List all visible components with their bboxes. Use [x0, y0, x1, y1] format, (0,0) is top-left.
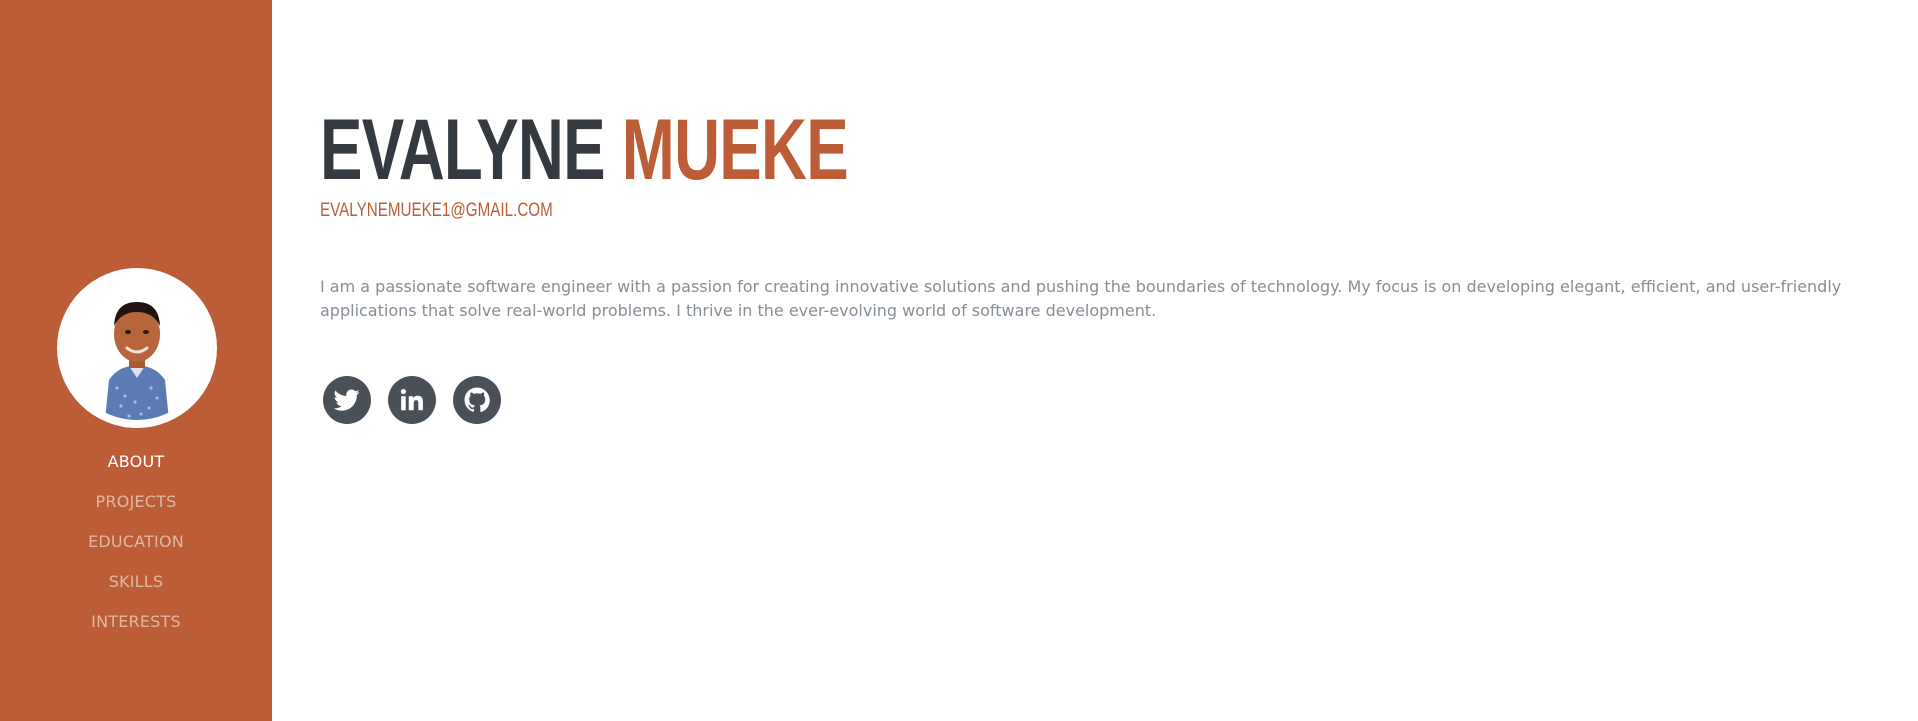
- first-name: EVALYNE: [320, 102, 606, 198]
- linkedin-icon: [400, 388, 423, 411]
- page-title: EVALYNE MUEKE: [320, 102, 849, 198]
- github-button[interactable]: [453, 376, 501, 424]
- nav-item-projects: PROJECTS: [0, 486, 272, 526]
- nav-item-education: EDUCATION: [0, 526, 272, 566]
- sidebar: ABOUT PROJECTS EDUCATION SKILLS INTEREST…: [0, 0, 272, 721]
- github-icon: [464, 387, 490, 413]
- twitter-icon: [334, 389, 360, 411]
- nav-link-interests[interactable]: INTERESTS: [91, 612, 181, 631]
- profile-photo: [65, 276, 209, 420]
- nav-link-about[interactable]: ABOUT: [108, 452, 165, 471]
- email-link[interactable]: EVALYNEMUEKE1@GMAIL.COM: [320, 200, 553, 222]
- about-text: I am a passionate software engineer with…: [320, 277, 1842, 320]
- nav-link-projects[interactable]: PROJECTS: [96, 492, 177, 511]
- profile-avatar[interactable]: [57, 268, 217, 428]
- nav-link-education[interactable]: EDUCATION: [88, 532, 184, 551]
- nav-item-about: ABOUT: [0, 446, 272, 486]
- about-section: EVALYNE MUEKE EVALYNEMUEKE1@GMAIL.COM I …: [320, 0, 1880, 721]
- linkedin-button[interactable]: [388, 376, 436, 424]
- last-name: MUEKE: [621, 102, 849, 198]
- twitter-button[interactable]: [323, 376, 371, 424]
- social-links: [323, 376, 501, 424]
- nav-item-skills: SKILLS: [0, 566, 272, 606]
- nav-item-interests: INTERESTS: [0, 606, 272, 646]
- sidebar-nav: ABOUT PROJECTS EDUCATION SKILLS INTEREST…: [0, 446, 272, 646]
- nav-link-skills[interactable]: SKILLS: [109, 572, 164, 591]
